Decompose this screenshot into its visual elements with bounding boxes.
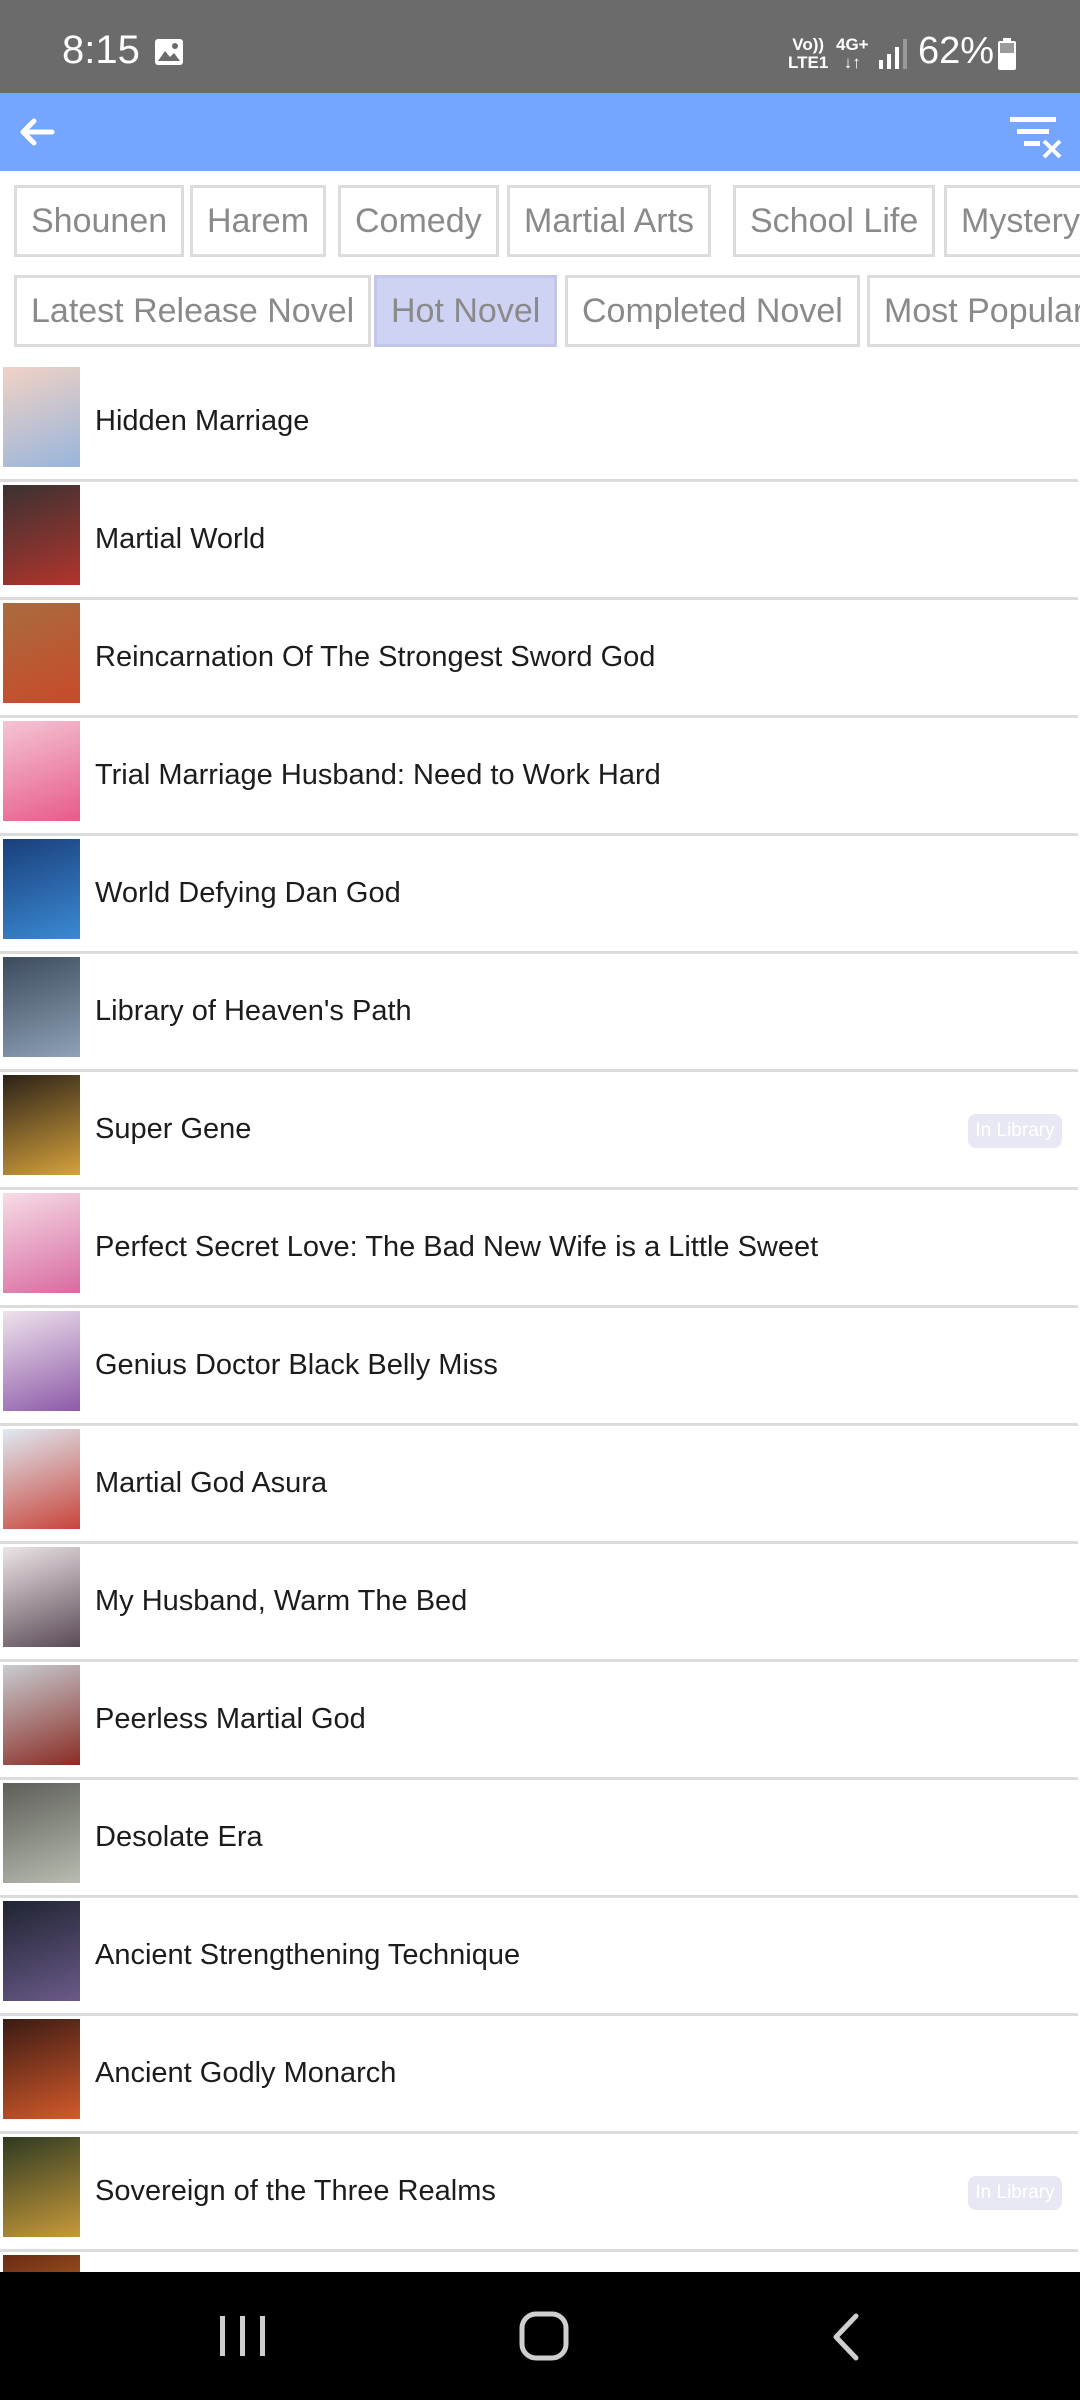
novel-row[interactable]: Library of Heaven's Path xyxy=(0,954,1078,1072)
novel-title: Super Gene xyxy=(95,1113,252,1145)
novel-row[interactable]: Perfect Secret Love: The Bad New Wife is… xyxy=(0,1190,1078,1308)
novel-row[interactable]: Desolate Era xyxy=(0,1780,1078,1898)
battery-percentage: 62% xyxy=(918,30,995,72)
chip-most-popular[interactable]: Most Popular xyxy=(867,275,1080,347)
chip-mystery[interactable]: Mystery xyxy=(944,185,1080,257)
status-bar: 8:15 Vo)) LTE1 4G+ ↓↑ 62% xyxy=(0,0,1080,93)
novel-title: Sovereign of the Three Realms xyxy=(95,2175,496,2207)
novel-list: Hidden Marriage Martial World Reincarnatio… xyxy=(0,364,1080,2274)
novel-cover-image xyxy=(3,1783,80,1883)
novel-title: Perfect Secret Love: The Bad New Wife is… xyxy=(95,1231,819,1263)
chip-latest-release-novel[interactable]: Latest Release Novel xyxy=(14,275,372,347)
in-library-badge: In Library xyxy=(968,2176,1062,2210)
novel-cover-image xyxy=(3,1547,80,1647)
home-icon[interactable] xyxy=(518,2310,570,2362)
novel-row[interactable] xyxy=(0,2252,1078,2274)
novel-title: Martial God Asura xyxy=(95,1467,328,1499)
novel-row[interactable]: Sovereign of the Three Realms In Library xyxy=(0,2134,1078,2252)
chip-harem[interactable]: Harem xyxy=(190,185,327,257)
novel-cover-image xyxy=(3,839,80,939)
novel-cover-image xyxy=(3,1429,80,1529)
volte-indicator: Vo)) LTE1 xyxy=(788,35,829,72)
novel-title: World Defying Dan God xyxy=(95,877,401,909)
novel-cover-image xyxy=(3,1901,80,2001)
novel-title: Peerless Martial God xyxy=(95,1703,366,1735)
novel-row[interactable]: Hidden Marriage xyxy=(0,364,1078,482)
novel-row[interactable]: Reincarnation Of The Strongest Sword God xyxy=(0,600,1078,718)
novel-title: Ancient Strengthening Technique xyxy=(95,1939,521,1971)
novel-row[interactable]: Trial Marriage Husband: Need to Work Har… xyxy=(0,718,1078,836)
novel-row[interactable]: My Husband, Warm The Bed xyxy=(0,1544,1078,1662)
novel-cover-image xyxy=(3,1075,80,1175)
filter-clear-icon[interactable] xyxy=(1004,107,1066,159)
novel-row[interactable]: Peerless Martial God xyxy=(0,1662,1078,1780)
novel-cover-image xyxy=(3,957,80,1057)
novel-title: Desolate Era xyxy=(95,1821,263,1853)
chip-shounen[interactable]: Shounen xyxy=(14,185,185,257)
image-icon xyxy=(155,39,183,65)
chip-comedy[interactable]: Comedy xyxy=(338,185,499,257)
novel-cover-image xyxy=(3,721,80,821)
list-chip-row: Latest Release Novel Hot Novel Completed… xyxy=(0,268,1080,356)
novel-title: Ancient Godly Monarch xyxy=(95,2057,397,2089)
novel-row[interactable]: Ancient Godly Monarch xyxy=(0,2016,1078,2134)
app-toolbar xyxy=(0,93,1080,171)
novel-cover-image xyxy=(3,2137,80,2237)
novel-title: Reincarnation Of The Strongest Sword God xyxy=(95,641,656,673)
novel-title: Trial Marriage Husband: Need to Work Har… xyxy=(95,759,661,791)
chip-hot-novel[interactable]: Hot Novel xyxy=(374,275,558,347)
novel-cover-image xyxy=(3,1311,80,1411)
status-time: 8:15 xyxy=(62,28,140,72)
chip-completed-novel[interactable]: Completed Novel xyxy=(565,275,860,347)
novel-title: Martial World xyxy=(95,523,266,555)
novel-title: Genius Doctor Black Belly Miss xyxy=(95,1349,498,1381)
novel-row[interactable]: Martial God Asura xyxy=(0,1426,1078,1544)
novel-cover-image xyxy=(3,367,80,467)
recents-icon[interactable] xyxy=(216,2314,270,2358)
novel-cover-image xyxy=(3,1665,80,1765)
novel-row[interactable]: Martial World xyxy=(0,482,1078,600)
novel-title: My Husband, Warm The Bed xyxy=(95,1585,468,1617)
network-indicator: 4G+ ↓↑ xyxy=(836,35,869,72)
novel-cover-image xyxy=(3,603,80,703)
novel-row[interactable]: World Defying Dan God xyxy=(0,836,1078,954)
novel-title: Hidden Marriage xyxy=(95,405,310,437)
novel-row[interactable]: Ancient Strengthening Technique xyxy=(0,1898,1078,2016)
battery-icon xyxy=(998,38,1016,70)
novel-row[interactable]: Super Gene In Library xyxy=(0,1072,1078,1190)
arrow-left-icon[interactable] xyxy=(12,107,62,157)
novel-cover-image xyxy=(3,2019,80,2119)
novel-cover-image xyxy=(3,485,80,585)
nav-back-icon[interactable] xyxy=(826,2312,866,2362)
novel-cover-image xyxy=(3,1193,80,1293)
signal-icon xyxy=(879,39,907,69)
navigation-bar xyxy=(0,2272,1080,2400)
in-library-badge: In Library xyxy=(968,1114,1062,1148)
novel-title: Library of Heaven's Path xyxy=(95,995,412,1027)
chip-school-life[interactable]: School Life xyxy=(733,185,936,257)
chip-martial-arts[interactable]: Martial Arts xyxy=(507,185,712,257)
novel-row[interactable]: Genius Doctor Black Belly Miss xyxy=(0,1308,1078,1426)
genre-chip-row: Shounen Harem Comedy Martial Arts School… xyxy=(0,178,1080,266)
